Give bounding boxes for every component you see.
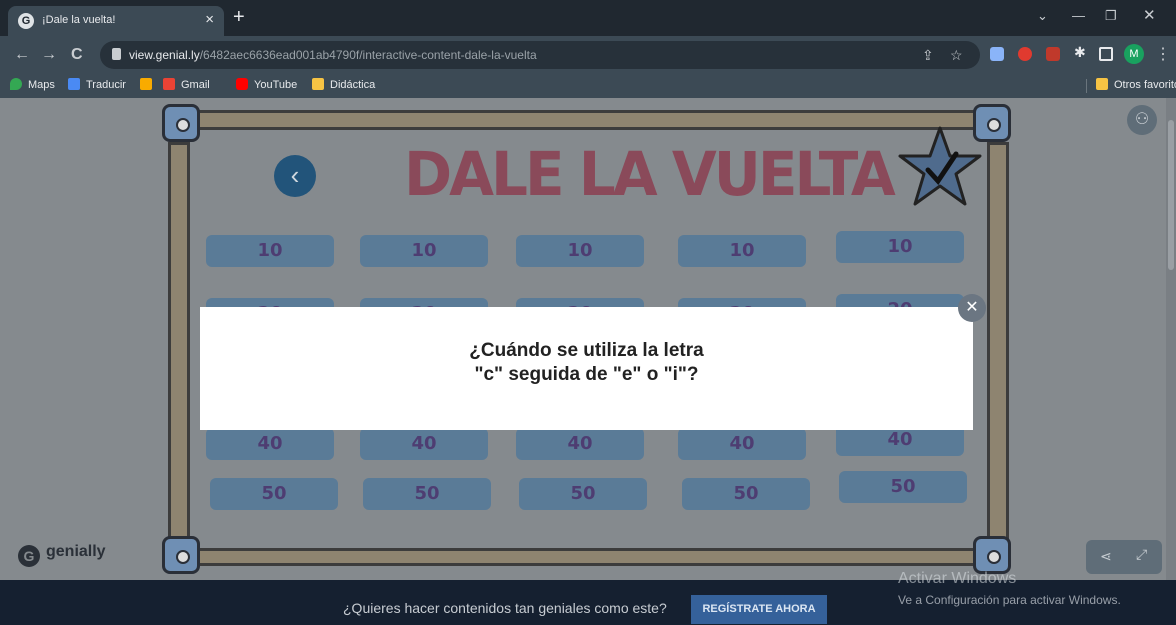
- lock-icon: [112, 48, 121, 60]
- brand-name: genially: [46, 543, 106, 560]
- bookmark-label: Didáctica: [330, 79, 376, 91]
- address-bar[interactable]: view.genial.ly/6482aec6636ead001ab4790f/…: [100, 41, 980, 69]
- points-tile[interactable]: 50: [839, 471, 967, 503]
- frame-left-bar: [168, 142, 190, 546]
- bookmark-other-favorites[interactable]: Otros favoritos: [1096, 78, 1176, 91]
- analytics-icon: [140, 78, 152, 90]
- share-page-icon[interactable]: ⇪: [922, 47, 934, 64]
- restore-icon[interactable]: ❐: [1105, 8, 1117, 24]
- points-tile[interactable]: 10: [836, 231, 964, 263]
- question-modal: ¿Cuándo se utiliza la letra "c" seguida …: [200, 307, 973, 430]
- points-tile[interactable]: 40: [516, 428, 644, 460]
- bookmark-gmail[interactable]: Gmail: [163, 78, 210, 91]
- browser-toolbar: ← → C view.genial.ly/6482aec6636ead001ab…: [0, 36, 1176, 74]
- register-button[interactable]: REGÍSTRATE AHORA: [691, 595, 827, 624]
- activate-windows-subtitle: Ve a Configuración para activar Windows.: [898, 593, 1121, 607]
- profile-avatar[interactable]: M: [1124, 44, 1144, 64]
- frame-corner-top-left: [162, 104, 200, 142]
- maps-pin-icon: [10, 78, 22, 90]
- frame-top-bar: [190, 110, 976, 130]
- bookmark-traducir[interactable]: Traducir: [68, 78, 126, 91]
- reload-icon[interactable]: C: [71, 46, 83, 64]
- translate-icon: [68, 78, 80, 90]
- forward-arrow-icon[interactable]: →: [41, 46, 57, 64]
- extension-docs-icon[interactable]: [990, 47, 1004, 61]
- close-tab-icon[interactable]: ×: [205, 11, 214, 28]
- bookmark-label: YouTube: [254, 79, 298, 91]
- minimize-icon[interactable]: —: [1072, 8, 1085, 23]
- banner-text: ¿Quieres hacer contenidos tan geniales c…: [343, 600, 667, 616]
- browser-window: G ¡Dale la vuelta! × + ⌄ — ❐ ✕ ← → C vie…: [0, 0, 1176, 625]
- question-text: ¿Cuándo se utiliza la letra "c" seguida …: [200, 339, 973, 387]
- points-tile[interactable]: 50: [210, 478, 338, 510]
- genially-logo[interactable]: Ggenially: [18, 543, 106, 567]
- frame-bottom-bar: [190, 548, 976, 566]
- share-fullscreen-controls: ⋖ ⤢: [1086, 540, 1162, 574]
- frame-right-bar: [987, 142, 1009, 546]
- extensions-puzzle-icon[interactable]: ✱: [1074, 44, 1088, 60]
- question-line-2: "c" seguida de "e" o "i"?: [474, 364, 699, 385]
- bookmark-label: Otros favoritos: [1114, 79, 1176, 91]
- folder-icon: [312, 78, 324, 90]
- points-tile[interactable]: 40: [678, 428, 806, 460]
- url-text: view.genial.ly/6482aec6636ead001ab4790f/…: [129, 48, 537, 62]
- tab-strip: G ¡Dale la vuelta! × + ⌄ — ❐ ✕: [0, 0, 1176, 36]
- bookmark-star-icon[interactable]: ☆: [950, 47, 963, 64]
- user-menu-icon[interactable]: ⚇: [1127, 105, 1157, 135]
- points-tile[interactable]: 10: [516, 235, 644, 267]
- bookmarks-divider: [1086, 79, 1087, 93]
- bookmark-label: Gmail: [181, 79, 210, 91]
- points-tile[interactable]: 40: [206, 428, 334, 460]
- side-panel-icon[interactable]: [1099, 47, 1113, 61]
- url-path: /6482aec6636ead001ab4790f/interactive-co…: [199, 48, 537, 62]
- bookmark-analytics[interactable]: [140, 78, 158, 91]
- new-tab-icon[interactable]: +: [233, 6, 245, 29]
- bookmark-label: Traducir: [86, 79, 126, 91]
- share-icon[interactable]: ⋖: [1100, 548, 1112, 565]
- star-check-icon: [898, 126, 982, 206]
- youtube-icon: [236, 78, 248, 90]
- genially-g-icon: G: [18, 545, 40, 567]
- points-tile[interactable]: 10: [678, 235, 806, 267]
- frame-corner-bottom-left: [162, 536, 200, 574]
- bookmark-didactica[interactable]: Didáctica: [312, 78, 375, 91]
- points-tile[interactable]: 40: [360, 428, 488, 460]
- back-button[interactable]: ‹: [274, 155, 316, 197]
- points-tile[interactable]: 10: [206, 235, 334, 267]
- frame-corner-bottom-right: [973, 536, 1011, 574]
- menu-kebab-icon[interactable]: ⋮: [1155, 44, 1171, 64]
- close-window-icon[interactable]: ✕: [1143, 6, 1156, 24]
- browser-tab[interactable]: G ¡Dale la vuelta! ×: [8, 6, 224, 36]
- activate-windows-title: Activar Windows: [898, 570, 1017, 587]
- tab-title: ¡Dale la vuelta!: [42, 14, 116, 26]
- bookmarks-bar: Maps Traducir Gmail YouTube Didáctica Ot…: [0, 74, 1176, 98]
- points-tile[interactable]: 50: [519, 478, 647, 510]
- scrollbar[interactable]: [1166, 98, 1176, 625]
- bookmark-maps[interactable]: Maps: [10, 78, 55, 91]
- points-tile[interactable]: 50: [682, 478, 810, 510]
- bookmark-label: Maps: [28, 79, 55, 91]
- folder-icon: [1096, 78, 1108, 90]
- points-tile[interactable]: 50: [363, 478, 491, 510]
- url-host: view.genial.ly: [129, 48, 200, 62]
- genially-favicon-icon: G: [18, 13, 34, 29]
- fullscreen-icon[interactable]: ⤢: [1136, 546, 1147, 563]
- question-line-1: ¿Cuándo se utiliza la letra: [469, 340, 704, 361]
- gmail-icon: [163, 78, 175, 90]
- points-tile[interactable]: 10: [360, 235, 488, 267]
- bookmark-youtube[interactable]: YouTube: [236, 78, 297, 91]
- close-modal-button[interactable]: ✕: [958, 294, 986, 322]
- back-arrow-icon[interactable]: ←: [14, 46, 30, 64]
- extension-shield-icon[interactable]: [1018, 47, 1032, 61]
- tab-search-icon[interactable]: ⌄: [1037, 8, 1048, 24]
- game-title: DALE LA VUELTA: [404, 138, 896, 210]
- extension-tp-icon[interactable]: [1046, 47, 1060, 61]
